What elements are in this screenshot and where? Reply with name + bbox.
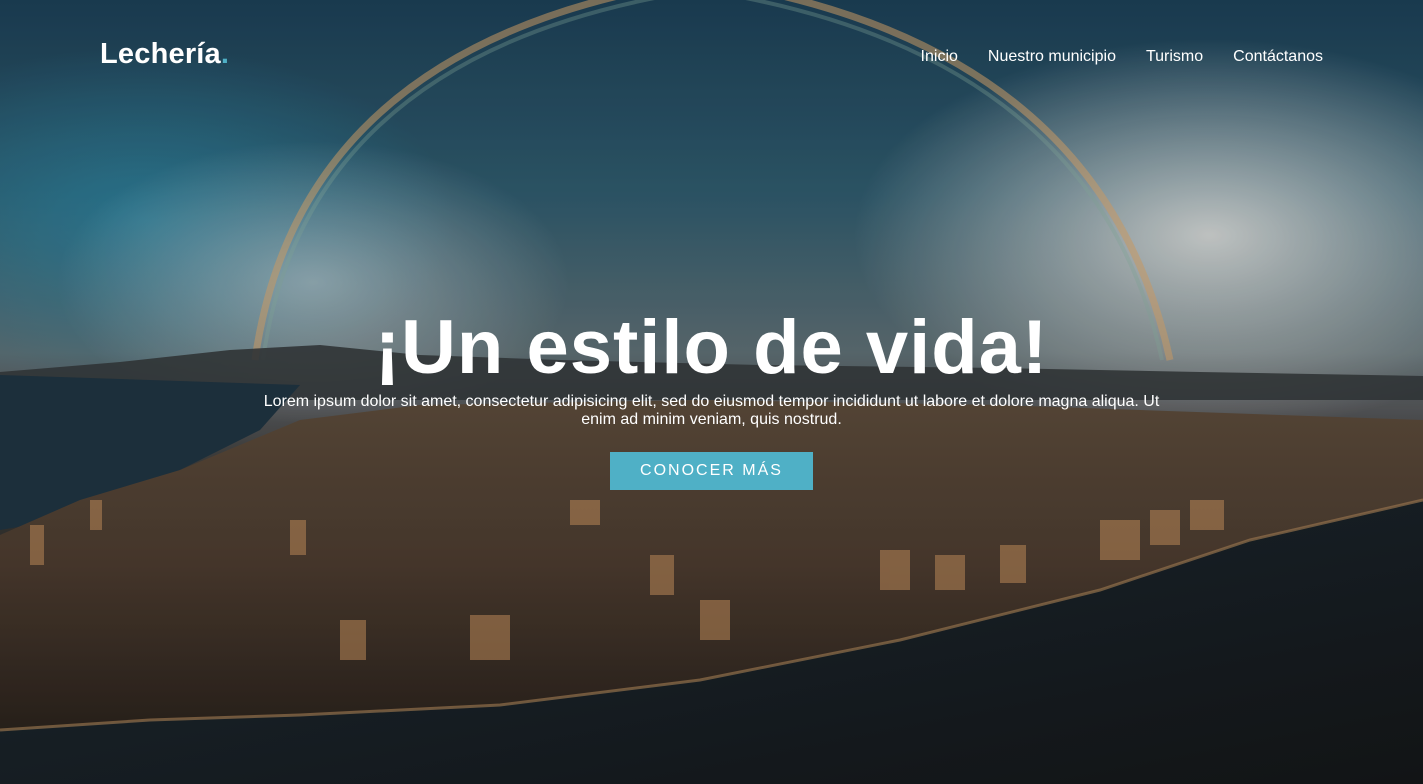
hero-section: Lechería. Inicio Nuestro municipio Turis… <box>0 0 1423 784</box>
logo-text: Lechería <box>100 38 221 70</box>
main-nav: Inicio Nuestro municipio Turismo Contáct… <box>921 47 1323 67</box>
hero-subtitle: Lorem ipsum dolor sit amet, consectetur … <box>263 393 1160 428</box>
logo-dot: . <box>220 38 230 70</box>
conocer-mas-button[interactable]: CONOCER MÁS <box>610 452 813 490</box>
nav-link-turismo[interactable]: Turismo <box>1146 47 1203 67</box>
site-header: Lechería. Inicio Nuestro municipio Turis… <box>0 0 1423 115</box>
hero-title: ¡Un estilo de vida! <box>374 305 1049 390</box>
site-logo[interactable]: Lechería. <box>100 38 229 71</box>
hero-content: ¡Un estilo de vida! Lorem ipsum dolor si… <box>0 305 1423 490</box>
nav-link-inicio[interactable]: Inicio <box>921 47 958 67</box>
nav-link-nuestro-municipio[interactable]: Nuestro municipio <box>988 47 1116 67</box>
nav-link-contactanos[interactable]: Contáctanos <box>1233 47 1323 67</box>
